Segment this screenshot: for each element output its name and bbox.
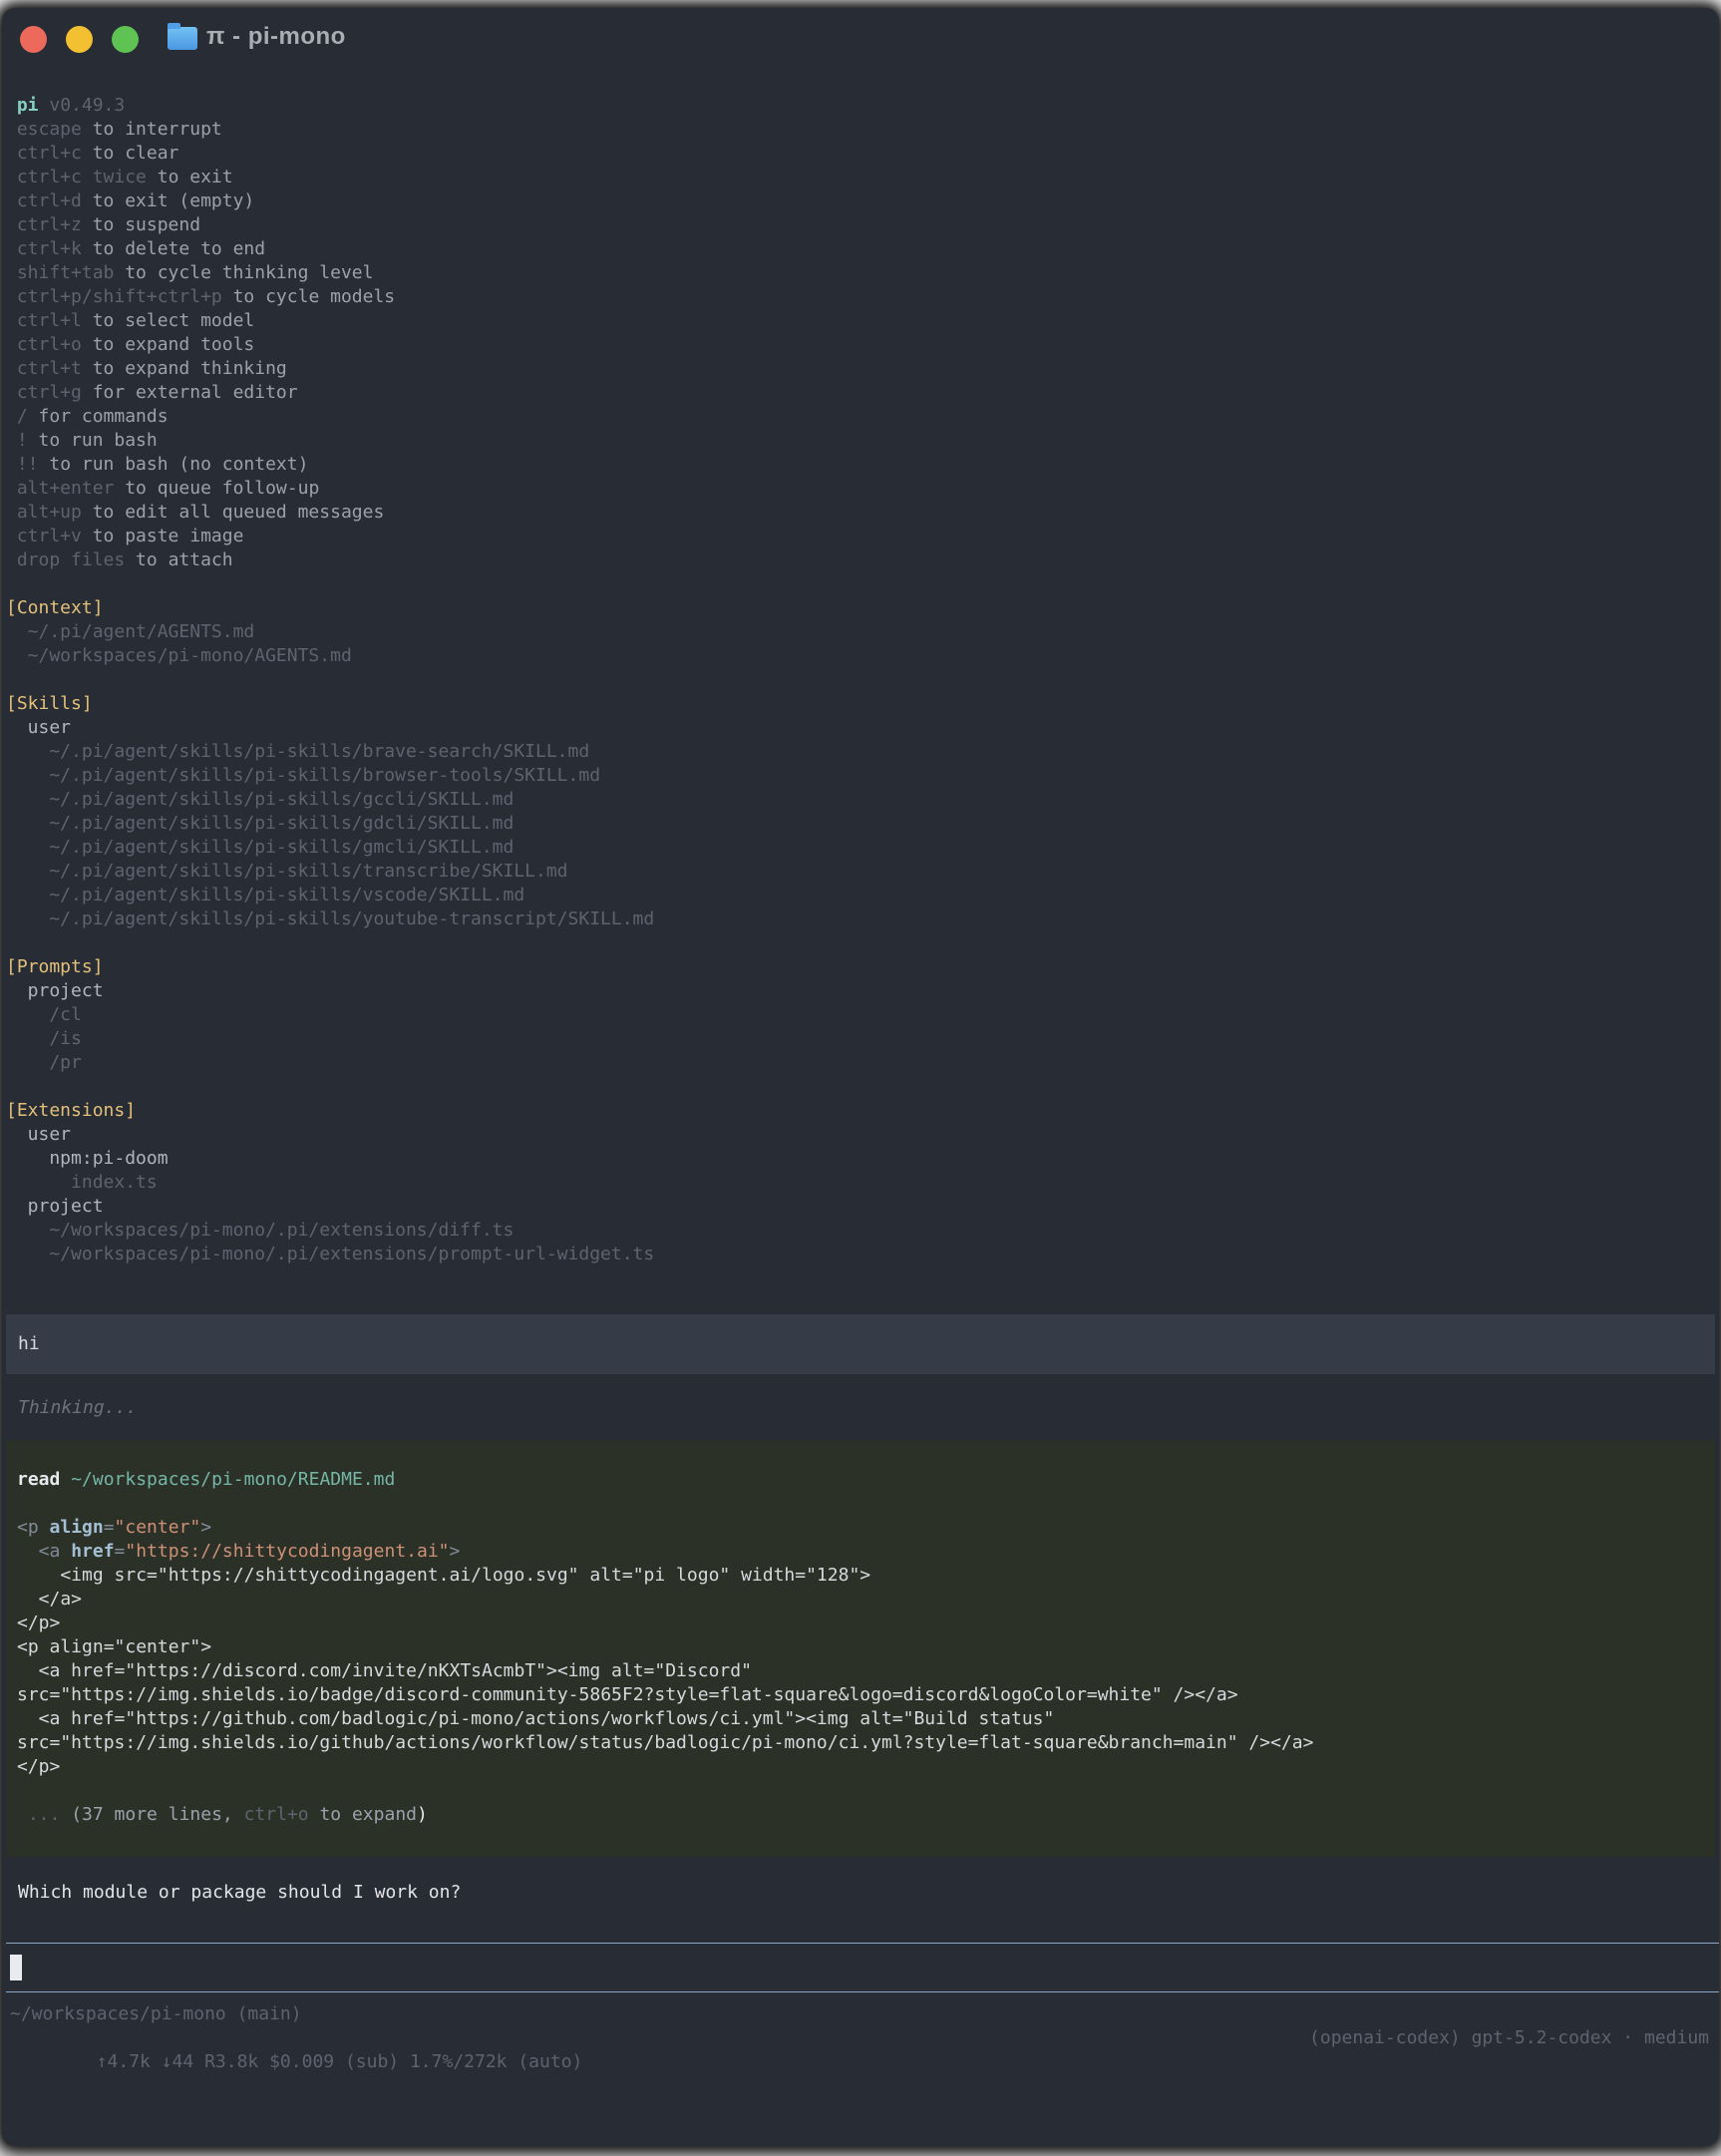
log-line: ~/.pi/agent/skills/pi-skills/vscode/SKIL… — [6, 884, 1719, 907]
statusbar-model: (openai-codex) gpt-5.2-codex · medium — [1309, 2026, 1709, 2050]
log-line: user — [6, 716, 1719, 740]
titlebar: π - pi-mono — [2, 8, 1719, 64]
log-line: /cl — [6, 1003, 1719, 1027]
tool-call-panel: read ~/workspaces/pi-mono/README.md <p a… — [6, 1440, 1715, 1857]
log-line: ~/.pi/agent/AGENTS.md — [6, 620, 1719, 644]
tool-output-line: </p> — [17, 1755, 1715, 1779]
log-line: ctrl+c to clear — [6, 142, 1719, 166]
log-line: ctrl+t to expand thinking — [6, 357, 1719, 381]
statusbar-cwd: ~/workspaces/pi-mono (main) — [10, 2002, 1719, 2026]
zoom-button-icon[interactable] — [112, 26, 139, 53]
log-line: project — [6, 979, 1719, 1003]
tool-output-line: src="https://img.shields.io/github/actio… — [17, 1731, 1715, 1755]
log-line: ctrl+v to paste image — [6, 525, 1719, 548]
log-line — [6, 572, 1719, 596]
window-title: π - pi-mono — [206, 23, 346, 51]
log-line: drop files to attach — [6, 548, 1719, 572]
log-line: ctrl+k to delete to end — [6, 237, 1719, 261]
log-line: user — [6, 1123, 1719, 1147]
log-line: ctrl+o to expand tools — [6, 333, 1719, 357]
thinking-status: Thinking... — [6, 1396, 1719, 1420]
log-line — [6, 1075, 1719, 1099]
tool-output-line: <a href="https://shittycodingagent.ai"> — [17, 1540, 1715, 1564]
tool-output-line: src="https://img.shields.io/badge/discor… — [17, 1683, 1715, 1707]
log-line: npm:pi-doom — [6, 1147, 1719, 1171]
prompt-input[interactable] — [6, 1943, 1719, 1992]
log-line — [6, 931, 1719, 955]
log-line: [Extensions] — [6, 1099, 1719, 1123]
log-line: ~/.pi/agent/skills/pi-skills/brave-searc… — [6, 740, 1719, 764]
tool-output-line — [17, 1492, 1715, 1516]
terminal-content: pi v0.49.3 escape to interrupt ctrl+c to… — [2, 64, 1719, 2050]
log-line: ~/.pi/agent/skills/pi-skills/gccli/SKILL… — [6, 788, 1719, 812]
text-cursor — [10, 1955, 22, 1980]
statusbar: ~/workspaces/pi-mono (main) ↑4.7k ↓44 R3… — [6, 1992, 1719, 2050]
tool-output-line: ... (37 more lines, ctrl+o to expand) — [17, 1803, 1715, 1827]
log-line: /pr — [6, 1051, 1719, 1075]
log-line: project — [6, 1195, 1719, 1219]
log-line: ~/.pi/agent/skills/pi-skills/youtube-tra… — [6, 907, 1719, 931]
log-line: alt+up to edit all queued messages — [6, 501, 1719, 525]
tool-output-line: <img src="https://shittycodingagent.ai/l… — [17, 1564, 1715, 1588]
tool-output-line: <p align="center"> — [17, 1635, 1715, 1659]
log-line: ~/.pi/agent/skills/pi-skills/browser-too… — [6, 764, 1719, 788]
startup-log: pi v0.49.3 escape to interrupt ctrl+c to… — [6, 94, 1719, 1266]
log-line: ~/workspaces/pi-mono/AGENTS.md — [6, 644, 1719, 668]
tool-output-line: read ~/workspaces/pi-mono/README.md — [17, 1468, 1715, 1492]
folder-icon — [168, 27, 197, 50]
log-line: ~/workspaces/pi-mono/.pi/extensions/prom… — [6, 1243, 1719, 1266]
tool-output-line: </p> — [17, 1612, 1715, 1635]
log-line: ~/.pi/agent/skills/pi-skills/gdcli/SKILL… — [6, 812, 1719, 836]
statusbar-metrics: ↑4.7k ↓44 R3.8k $0.009 (sub) 1.7%/272k (… — [10, 2026, 1719, 2050]
log-line: /is — [6, 1027, 1719, 1051]
close-button-icon[interactable] — [20, 26, 47, 53]
user-message-panel: hi — [6, 1314, 1715, 1374]
log-line: ! to run bash — [6, 429, 1719, 453]
tool-output-line: <a href="https://github.com/badlogic/pi-… — [17, 1707, 1715, 1731]
log-line: ~/.pi/agent/skills/pi-skills/transcribe/… — [6, 860, 1719, 884]
log-line: alt+enter to queue follow-up — [6, 477, 1719, 501]
log-line: ctrl+c twice to exit — [6, 166, 1719, 189]
terminal-window: π - pi-mono pi v0.49.3 escape to interru… — [2, 8, 1719, 2146]
log-line: [Prompts] — [6, 955, 1719, 979]
log-line: shift+tab to cycle thinking level — [6, 261, 1719, 285]
log-line: pi v0.49.3 — [6, 94, 1719, 118]
log-line: ctrl+d to exit (empty) — [6, 189, 1719, 213]
log-line — [6, 668, 1719, 692]
tool-output-line: <a href="https://discord.com/invite/nKXT… — [17, 1659, 1715, 1683]
log-line: escape to interrupt — [6, 118, 1719, 142]
log-line: ctrl+z to suspend — [6, 213, 1719, 237]
log-line: [Skills] — [6, 692, 1719, 716]
log-line: ctrl+g for external editor — [6, 381, 1719, 405]
tool-output-line: </a> — [17, 1588, 1715, 1612]
user-message-text: hi — [18, 1332, 1715, 1356]
tool-output-line — [17, 1779, 1715, 1803]
log-line: index.ts — [6, 1171, 1719, 1195]
assistant-message-text: Which module or package should I work on… — [6, 1881, 1719, 1905]
log-line: ctrl+p/shift+ctrl+p to cycle models — [6, 285, 1719, 309]
log-line: [Context] — [6, 596, 1719, 620]
log-line: ~/.pi/agent/skills/pi-skills/gmcli/SKILL… — [6, 836, 1719, 860]
log-line: !! to run bash (no context) — [6, 453, 1719, 477]
log-line: ~/workspaces/pi-mono/.pi/extensions/diff… — [6, 1219, 1719, 1243]
log-line: / for commands — [6, 405, 1719, 429]
log-line: ctrl+l to select model — [6, 309, 1719, 333]
tool-output-line: <p align="center"> — [17, 1516, 1715, 1540]
minimize-button-icon[interactable] — [66, 26, 93, 53]
statusbar-usage: ↑4.7k ↓44 R3.8k $0.009 (sub) 1.7%/272k (… — [97, 2051, 583, 2072]
